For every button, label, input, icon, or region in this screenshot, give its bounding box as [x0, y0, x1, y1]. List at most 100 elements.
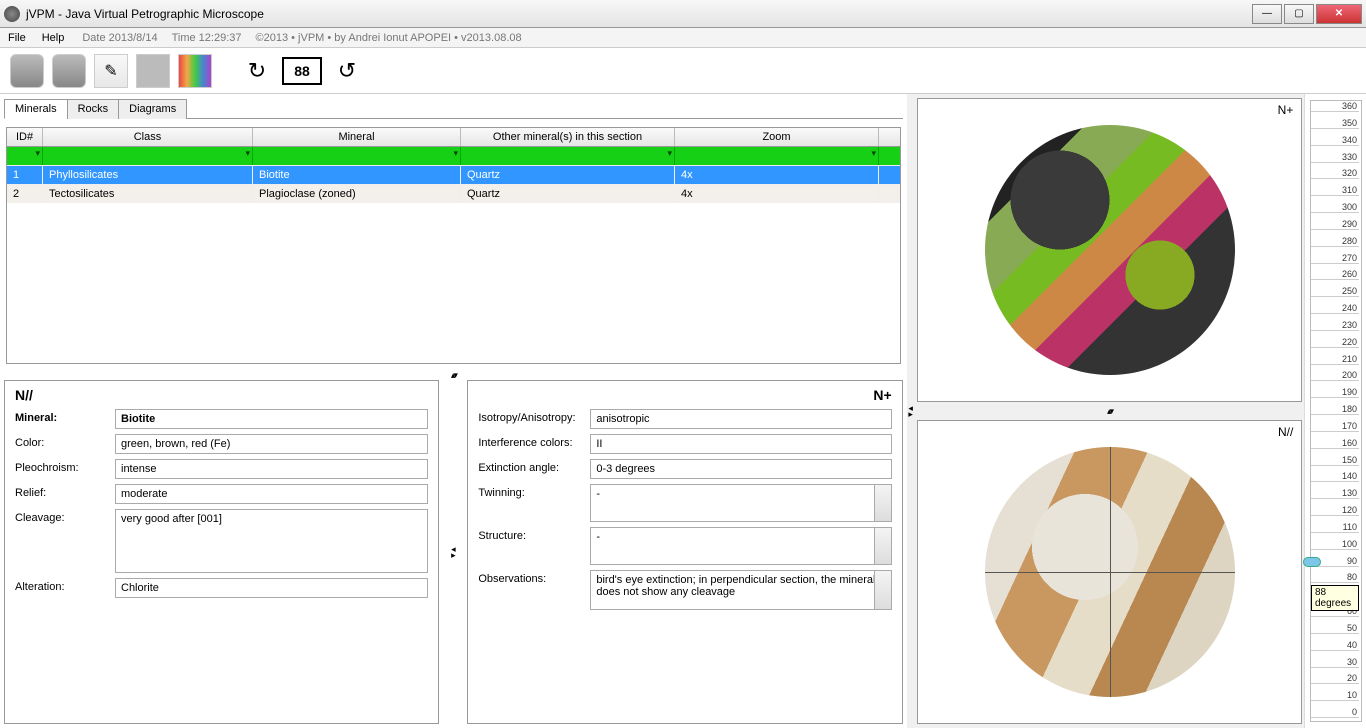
table-row[interactable]: 1 Phyllosilicates Biotite Quartz 4x [7, 165, 900, 184]
viewer-cross-polarized[interactable]: N+ [917, 98, 1303, 402]
ruler-tick: 20 [1311, 673, 1359, 684]
col-header-id[interactable]: ID# [7, 128, 43, 146]
ruler-tick: 80 [1311, 572, 1359, 583]
ruler-tick: 270 [1311, 253, 1359, 264]
vertical-splitter[interactable]: ◂▸ [449, 380, 457, 724]
panel-cross-polarized: N+ Isotropy/Anisotropy:anisotropic Inter… [467, 380, 902, 724]
value-twinning[interactable]: - [590, 484, 891, 522]
status-copyright: ©2013 • jVPM • by Andrei Ionut APOPEI • … [256, 32, 522, 44]
label-mineral: Mineral: [15, 409, 115, 424]
ruler-tick: 300 [1311, 202, 1359, 213]
menu-bar: File Help Date 2013/8/14 Time 12:29:37 ©… [0, 28, 1366, 48]
toolbar: ✎ ↻ 88 ↺ [0, 48, 1366, 94]
maximize-button[interactable]: ▢ [1284, 4, 1314, 24]
col-header-class[interactable]: Class [43, 128, 253, 146]
filter-id[interactable] [7, 147, 43, 165]
label-interference-colors: Interference colors: [478, 434, 590, 449]
minerals-table: ID# Class Mineral Other mineral(s) in th… [6, 127, 901, 364]
ruler-tick: 210 [1311, 354, 1359, 365]
value-alteration[interactable]: Chlorite [115, 578, 428, 598]
ruler-tick: 230 [1311, 320, 1359, 331]
filter-mineral[interactable] [253, 147, 461, 165]
main-vertical-splitter[interactable]: ◂▸ [907, 94, 915, 728]
filter-class[interactable] [43, 147, 253, 165]
value-structure[interactable]: - [590, 527, 891, 565]
value-observations[interactable]: bird's eye extinction; in perpendicular … [590, 570, 891, 610]
rotate-ccw-icon[interactable]: ↺ [330, 54, 364, 88]
horizontal-splitter[interactable]: ▴▾ [4, 370, 903, 380]
angle-ruler[interactable]: 3603503403303203103002902802702602502402… [1310, 100, 1362, 722]
col-header-zoom[interactable]: Zoom [675, 128, 879, 146]
value-cleavage[interactable]: very good after [001] [115, 509, 428, 573]
value-isotropy[interactable]: anisotropic [590, 409, 891, 429]
ruler-tick: 200 [1311, 370, 1359, 381]
cell-zoom: 4x [675, 166, 879, 184]
label-alteration: Alteration: [15, 578, 115, 593]
col-header-other[interactable]: Other mineral(s) in this section [461, 128, 675, 146]
tab-minerals[interactable]: Minerals [4, 99, 68, 119]
viewer-plane-polarized[interactable]: N// [917, 420, 1303, 724]
ruler-tick: 180 [1311, 404, 1359, 415]
ruler-tick: 340 [1311, 135, 1359, 146]
ruler-tick: 100 [1311, 539, 1359, 550]
ruler-tick: 250 [1311, 286, 1359, 297]
label-observations: Observations: [478, 570, 590, 585]
ruler-tick: 120 [1311, 505, 1359, 516]
ruler-tick: 160 [1311, 438, 1359, 449]
cell-id: 1 [7, 166, 43, 184]
col-header-mineral[interactable]: Mineral [253, 128, 461, 146]
value-mineral[interactable]: Biotite [115, 409, 428, 429]
window-title: jVPM - Java Virtual Petrographic Microsc… [26, 7, 1250, 21]
window-titlebar: jVPM - Java Virtual Petrographic Microsc… [0, 0, 1366, 28]
menu-help[interactable]: Help [38, 30, 69, 46]
label-structure: Structure: [478, 527, 590, 542]
ruler-tick: 330 [1311, 152, 1359, 163]
angle-slider-thumb[interactable] [1303, 557, 1321, 567]
cell-other: Quartz [461, 185, 675, 203]
ruler-tick: 10 [1311, 690, 1359, 701]
panel-plane-polarized: N// Mineral:Biotite Color:green, brown, … [4, 380, 439, 724]
table-row[interactable]: 2 Tectosilicates Plagioclase (zoned) Qua… [7, 184, 900, 203]
ruler-tick: 310 [1311, 185, 1359, 196]
tab-diagrams[interactable]: Diagrams [118, 99, 187, 119]
ruler-tick: 0 [1311, 707, 1359, 718]
menu-file[interactable]: File [4, 30, 30, 46]
value-interference-colors[interactable]: II [590, 434, 891, 454]
filter-other[interactable] [461, 147, 675, 165]
microscope-view-xpl [985, 125, 1235, 375]
cell-mineral: Biotite [253, 166, 461, 184]
label-twinning: Twinning: [478, 484, 590, 499]
value-color[interactable]: green, brown, red (Fe) [115, 434, 428, 454]
rock-sample-1-button[interactable] [10, 54, 44, 88]
value-extinction[interactable]: 0-3 degrees [590, 459, 891, 479]
tab-rocks[interactable]: Rocks [67, 99, 120, 119]
ruler-tick: 140 [1311, 471, 1359, 482]
cell-id: 2 [7, 185, 43, 203]
label-relief: Relief: [15, 484, 115, 499]
ruler-tick: 110 [1311, 522, 1359, 533]
table-empty-area [7, 203, 900, 363]
pointer-tool-button[interactable]: ✎ [94, 54, 128, 88]
status-date: Date 2013/8/14 [82, 32, 157, 44]
ruler-tick: 360 [1311, 101, 1359, 112]
interference-chart-button[interactable] [178, 54, 212, 88]
rotation-angle-input[interactable]: 88 [282, 57, 322, 85]
rotate-cw-icon[interactable]: ↻ [240, 54, 274, 88]
filter-row [7, 147, 900, 165]
rock-sample-2-button[interactable] [52, 54, 86, 88]
ruler-tick: 220 [1311, 337, 1359, 348]
label-pleochroism: Pleochroism: [15, 459, 115, 474]
ruler-tick: 320 [1311, 168, 1359, 179]
label-color: Color: [15, 434, 115, 449]
viewer-splitter[interactable]: ▴▾ [917, 406, 1303, 416]
grey-view-button[interactable] [136, 54, 170, 88]
minimize-button[interactable]: — [1252, 4, 1282, 24]
label-extinction: Extinction angle: [478, 459, 590, 474]
close-button[interactable]: ✕ [1316, 4, 1362, 24]
value-relief[interactable]: moderate [115, 484, 428, 504]
cell-class: Phyllosilicates [43, 166, 253, 184]
ruler-tick: 350 [1311, 118, 1359, 129]
value-pleochroism[interactable]: intense [115, 459, 428, 479]
filter-zoom[interactable] [675, 147, 879, 165]
angle-ruler-column: 3603503403303203103002902802702602502402… [1304, 94, 1366, 728]
